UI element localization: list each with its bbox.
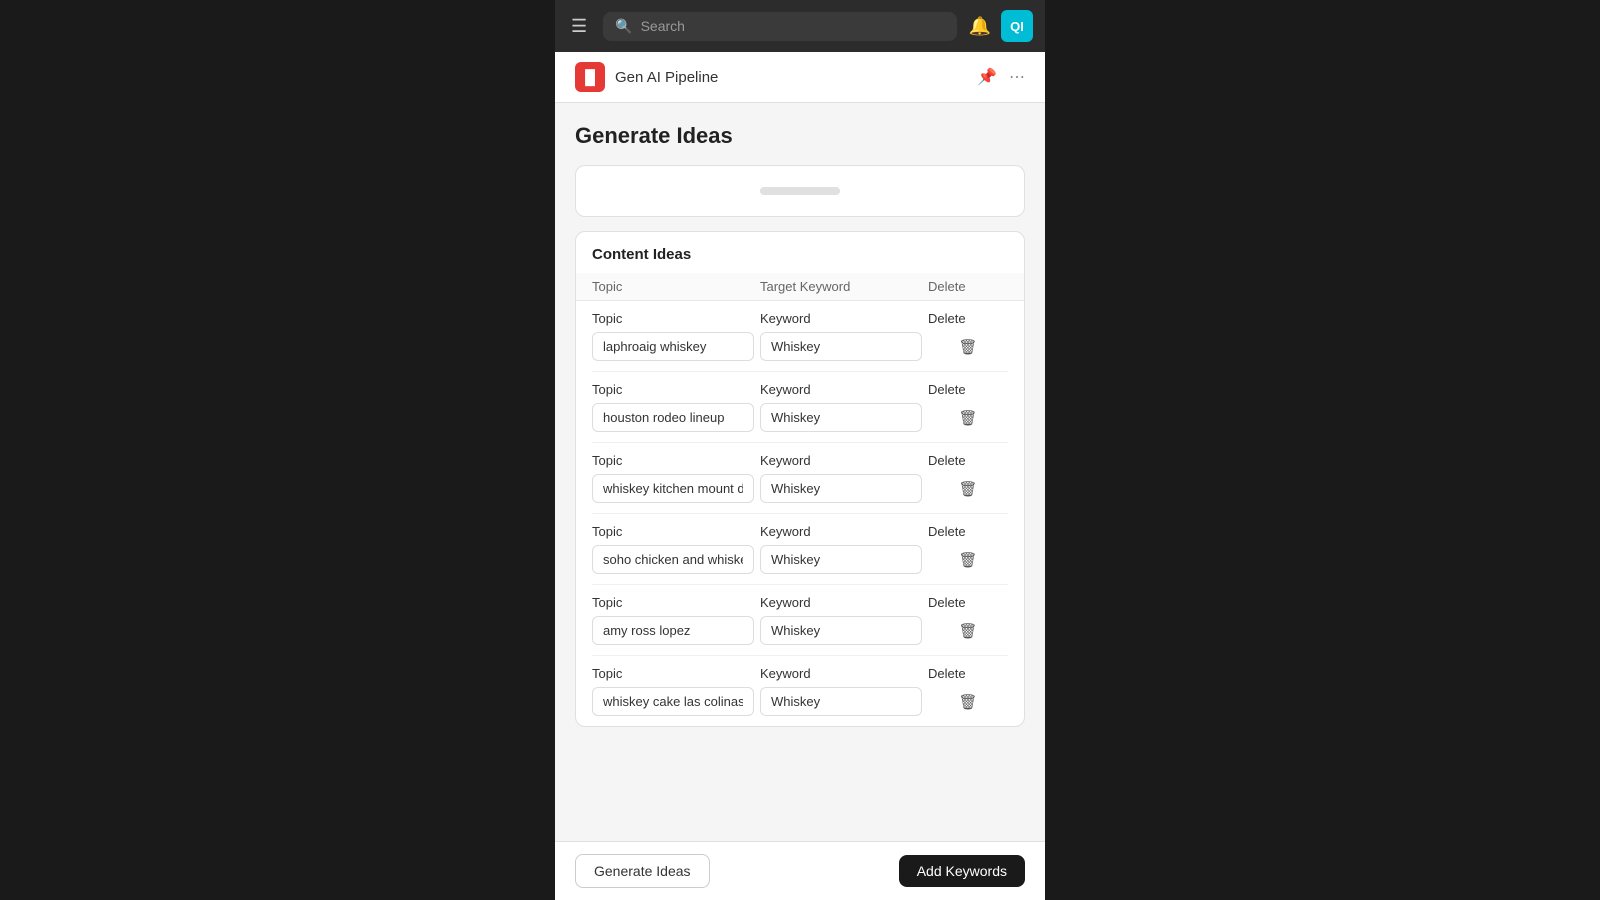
row-labels: Topic Keyword Delete — [592, 524, 1008, 539]
add-keywords-button[interactable]: Add Keywords — [899, 855, 1025, 887]
main-content: Generate Ideas Content Ideas Topic Targe… — [555, 103, 1045, 900]
topic-label: Topic — [592, 666, 760, 681]
trash-button[interactable]: 🗑 — [956, 620, 979, 642]
delete-label: Delete — [928, 666, 1008, 681]
more-button[interactable]: ⋯ — [1009, 67, 1025, 87]
table-row: Topic Keyword Delete 🗑 — [592, 656, 1008, 726]
page-header-title: Gen AI Pipeline — [615, 69, 718, 86]
delete-label: Delete — [928, 595, 1008, 610]
topic-label: Topic — [592, 382, 760, 397]
avatar[interactable]: QI — [1001, 10, 1033, 42]
table-row: Topic Keyword Delete 🗑 — [592, 514, 1008, 585]
keyword-label: Keyword — [760, 311, 928, 326]
trash-button[interactable]: 🗑 — [956, 478, 979, 500]
page-header-bar: ▐▌ Gen AI Pipeline 📌 ⋯ — [555, 52, 1045, 103]
keyword-label: Keyword — [760, 524, 928, 539]
delete-col: 🗑 — [928, 691, 1008, 713]
topic-label: Topic — [592, 595, 760, 610]
row-labels: Topic Keyword Delete — [592, 382, 1008, 397]
rows-container: Topic Keyword Delete 🗑 Topic Keyword Del… — [576, 301, 1024, 726]
keyword-input[interactable] — [760, 403, 922, 432]
delete-label: Delete — [928, 524, 1008, 539]
pin-button[interactable]: 📌 — [977, 67, 997, 87]
col-header-keyword: Target Keyword — [760, 279, 928, 294]
col-header-delete: Delete — [928, 279, 1008, 294]
topic-input[interactable] — [592, 332, 754, 361]
keyword-label: Keyword — [760, 666, 928, 681]
row-inputs: 🗑 — [592, 474, 1008, 503]
row-labels: Topic Keyword Delete — [592, 453, 1008, 468]
keyword-label: Keyword — [760, 453, 928, 468]
topic-input[interactable] — [592, 616, 754, 645]
topic-label: Topic — [592, 311, 760, 326]
row-inputs: 🗑 — [592, 687, 1008, 716]
search-input[interactable] — [641, 18, 945, 34]
delete-col: 🗑 — [928, 478, 1008, 500]
top-partial-card — [575, 165, 1025, 217]
keyword-input[interactable] — [760, 616, 922, 645]
topic-label: Topic — [592, 524, 760, 539]
row-labels: Topic Keyword Delete — [592, 595, 1008, 610]
hamburger-button[interactable]: ☰ — [567, 12, 591, 41]
keyword-input[interactable] — [760, 332, 922, 361]
page-header-left: ▐▌ Gen AI Pipeline — [575, 62, 718, 92]
topic-input[interactable] — [592, 474, 754, 503]
trash-button[interactable]: 🗑 — [956, 407, 979, 429]
delete-label: Delete — [928, 311, 1008, 326]
table-row: Topic Keyword Delete 🗑 — [592, 585, 1008, 656]
keyword-label: Keyword — [760, 595, 928, 610]
partial-bar — [760, 187, 840, 195]
keyword-input[interactable] — [760, 687, 922, 716]
keyword-input[interactable] — [760, 545, 922, 574]
table-row: Topic Keyword Delete 🗑 — [592, 372, 1008, 443]
delete-label: Delete — [928, 382, 1008, 397]
row-labels: Topic Keyword Delete — [592, 666, 1008, 681]
topic-input[interactable] — [592, 545, 754, 574]
topic-input[interactable] — [592, 687, 754, 716]
delete-col: 🗑 — [928, 407, 1008, 429]
nav-right: 🔔 QI — [969, 10, 1033, 42]
col-header-topic: Topic — [592, 279, 760, 294]
trash-button[interactable]: 🗑 — [956, 336, 979, 358]
row-inputs: 🗑 — [592, 616, 1008, 645]
row-labels: Topic Keyword Delete — [592, 311, 1008, 326]
bell-button[interactable]: 🔔 — [969, 16, 991, 37]
bottom-bar: Generate Ideas Add Keywords — [555, 841, 1045, 900]
search-icon: 🔍 — [615, 18, 632, 35]
topic-label: Topic — [592, 453, 760, 468]
row-inputs: 🗑 — [592, 332, 1008, 361]
delete-col: 🗑 — [928, 336, 1008, 358]
app-icon: ▐▌ — [575, 62, 605, 92]
page-header-right: 📌 ⋯ — [977, 67, 1025, 87]
generate-ideas-button[interactable]: Generate Ideas — [575, 854, 710, 888]
topic-input[interactable] — [592, 403, 754, 432]
trash-button[interactable]: 🗑 — [956, 691, 979, 713]
page-title: Generate Ideas — [575, 123, 1025, 149]
delete-label: Delete — [928, 453, 1008, 468]
row-inputs: 🗑 — [592, 545, 1008, 574]
row-inputs: 🗑 — [592, 403, 1008, 432]
delete-col: 🗑 — [928, 549, 1008, 571]
top-nav: ☰ 🔍 🔔 QI — [555, 0, 1045, 52]
delete-col: 🗑 — [928, 620, 1008, 642]
search-bar: 🔍 — [603, 12, 956, 41]
table-header: Topic Target Keyword Delete — [576, 273, 1024, 301]
content-ideas-card: Content Ideas Topic Target Keyword Delet… — [575, 231, 1025, 727]
content-ideas-heading: Content Ideas — [576, 232, 1024, 273]
keyword-label: Keyword — [760, 382, 928, 397]
hamburger-icon: ☰ — [571, 16, 587, 37]
table-row: Topic Keyword Delete 🗑 — [592, 301, 1008, 372]
trash-button[interactable]: 🗑 — [956, 549, 979, 571]
table-row: Topic Keyword Delete 🗑 — [592, 443, 1008, 514]
keyword-input[interactable] — [760, 474, 922, 503]
